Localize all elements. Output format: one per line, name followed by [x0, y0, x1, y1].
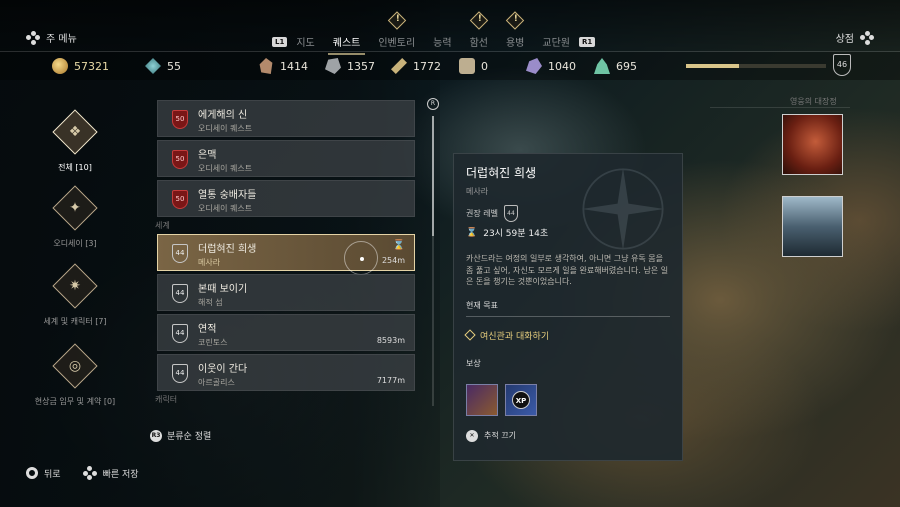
- olive-count: 695: [594, 58, 637, 74]
- tab-inventory[interactable]: 인벤토리: [369, 11, 424, 49]
- category-bounty-contract[interactable]: ◎ 현상금 임무 및 계약 [0]: [30, 343, 120, 407]
- quest-description: 카산드라는 여정의 일부로 생각하여, 아니면 그냥 유독 몸을 좀 풀고 싶어…: [466, 254, 669, 287]
- iron-ore-icon: [325, 58, 341, 74]
- category-world-character[interactable]: ✷ 세계 및 캐릭터 [7]: [30, 263, 120, 327]
- sort-button[interactable]: R3 분류순 정렬: [150, 429, 211, 442]
- main-menu-label: 주 메뉴: [46, 34, 77, 45]
- reward-heading: 보상: [466, 358, 481, 368]
- quest-level-badge: 50: [172, 150, 188, 169]
- leather-icon: [259, 58, 273, 74]
- compass-icon: [581, 167, 665, 251]
- touchpad-icon: [82, 466, 97, 480]
- r3-button-icon: R3: [150, 429, 162, 442]
- touchpad-icon: [26, 30, 40, 45]
- olive-crystal-icon: [594, 58, 610, 74]
- wood-icon: [391, 58, 407, 74]
- quest-level-badge: 44: [172, 324, 188, 343]
- quest-level-badge: 44: [172, 284, 188, 303]
- section-label-world: 세계: [155, 221, 170, 230]
- tab-bar: L1 지도 퀘스트 인벤토리 능력 함선 용병 교단원 R1: [272, 11, 596, 55]
- store-button[interactable]: 상점: [836, 30, 874, 45]
- list-item[interactable]: 50 은맥 오디세이 퀘스트: [157, 140, 415, 177]
- drachmae-icon: [52, 58, 68, 74]
- category-odyssey[interactable]: ✦ 오디세이 [3]: [30, 185, 120, 249]
- quest-list: 50 에게해의 신 오디세이 퀘스트 50 은맥 오디세이 퀘스트 50 열통 …: [155, 100, 415, 408]
- tab-ship[interactable]: 함선: [461, 11, 497, 49]
- quest-level-badge: 50: [172, 110, 188, 129]
- tab-cultists[interactable]: 교단원: [533, 34, 579, 49]
- quest-level-badge: 44: [172, 244, 188, 263]
- all-quests-icon: ❖: [52, 109, 98, 155]
- tab-map[interactable]: 지도: [287, 34, 323, 49]
- crystal-icon: [145, 58, 161, 74]
- alert-icon: [505, 11, 525, 30]
- mercenary-label: 영웅의 대장정: [790, 97, 837, 106]
- scrollbar-thumb[interactable]: [432, 116, 434, 236]
- hourglass-icon: ⌛: [392, 240, 405, 251]
- list-item[interactable]: 50 에게해의 신 오디세이 퀘스트: [157, 100, 415, 137]
- drachmae: 57321: [52, 58, 109, 74]
- list-item[interactable]: 50 열통 숭배자들 오디세이 퀘스트: [157, 180, 415, 217]
- current-objective: 여신관과 대화하기: [464, 329, 670, 342]
- main-menu-button[interactable]: 주 메뉴: [26, 30, 77, 45]
- xp-icon: XP: [512, 390, 530, 409]
- obsidian-count: 1040: [526, 58, 576, 74]
- list-item[interactable]: 44 연적 코린토스 8593m: [157, 314, 415, 351]
- tab-abilities[interactable]: 능력: [424, 34, 460, 49]
- tablets-count: 0: [459, 58, 488, 74]
- reward-item-icon[interactable]: [466, 383, 498, 416]
- level-badge: 44: [503, 205, 518, 222]
- iron-count: 1357: [325, 58, 375, 74]
- tab-quests[interactable]: 퀘스트: [324, 34, 370, 55]
- r-stick-scroll-icon: R: [427, 98, 439, 110]
- list-item[interactable]: 44 본때 보이기 해적 섬: [157, 274, 415, 311]
- alert-icon: [387, 11, 406, 30]
- player-level-badge: 46: [833, 54, 851, 76]
- hourglass-icon: ⌛: [466, 227, 478, 238]
- bounty-contract-icon: ◎: [52, 343, 98, 389]
- tab-mercenaries[interactable]: 용병: [497, 11, 533, 49]
- list-item[interactable]: 44 이웃이 간다 아르골리스 7177m: [157, 354, 415, 391]
- section-label-character: 캐릭터: [155, 395, 178, 404]
- mercenary-portrait[interactable]: [782, 196, 843, 257]
- objective-heading: 현재 목표: [466, 300, 670, 317]
- quest-level-badge: 44: [172, 364, 188, 383]
- back-button[interactable]: 뒤로: [26, 467, 61, 480]
- resource-bar: 57321 55 1414 1357 1772 0 1040 695 46: [0, 52, 900, 80]
- store-label: 상점: [835, 34, 854, 45]
- list-item-selected[interactable]: 44 더럽혀진 희생 메사라 ⌛ 254m: [157, 234, 415, 275]
- leather-count: 1414: [258, 58, 308, 74]
- cross-button-icon: ✕: [466, 429, 478, 442]
- rewards: XP: [466, 383, 670, 416]
- circle-button-icon: [26, 467, 38, 479]
- top-navigation: 주 메뉴 L1 지도 퀘스트 인벤토리 능력 함선 용병 교단원 R1 상점: [0, 0, 900, 55]
- tablet-icon: [459, 58, 475, 74]
- crystal-count: 55: [145, 58, 181, 74]
- reward-xp[interactable]: XP: [505, 383, 537, 416]
- l1-button-hint: L1: [272, 36, 288, 47]
- quest-level-badge: 50: [172, 190, 188, 209]
- odyssey-icon: ✦: [52, 185, 98, 231]
- mercenary-portrait[interactable]: [782, 114, 843, 175]
- objective-diamond-icon: [464, 329, 476, 341]
- button-hints: 뒤로 빠른 저장: [26, 466, 139, 480]
- world-character-icon: ✷: [52, 263, 98, 309]
- options-icon: [860, 30, 874, 45]
- quick-save-button[interactable]: 빠른 저장: [82, 466, 139, 480]
- alert-icon: [469, 11, 488, 30]
- obsidian-icon: [526, 58, 542, 74]
- xp-progress-bar: [686, 64, 826, 68]
- divider: [710, 107, 850, 108]
- quest-detail-panel: 더럽혀진 희생 메사라 권장 레벨 44 ⌛ 23시 59분 14초 카산드라는…: [453, 153, 683, 461]
- wood-count: 1772: [391, 58, 441, 74]
- category-all[interactable]: ❖ 전체 [10]: [30, 109, 120, 173]
- xp-progress-fill: [686, 64, 740, 68]
- r1-button-hint: R1: [579, 36, 596, 47]
- cursor-target-icon: [344, 241, 378, 275]
- untrack-button[interactable]: ✕ 추적 끄기: [466, 429, 670, 442]
